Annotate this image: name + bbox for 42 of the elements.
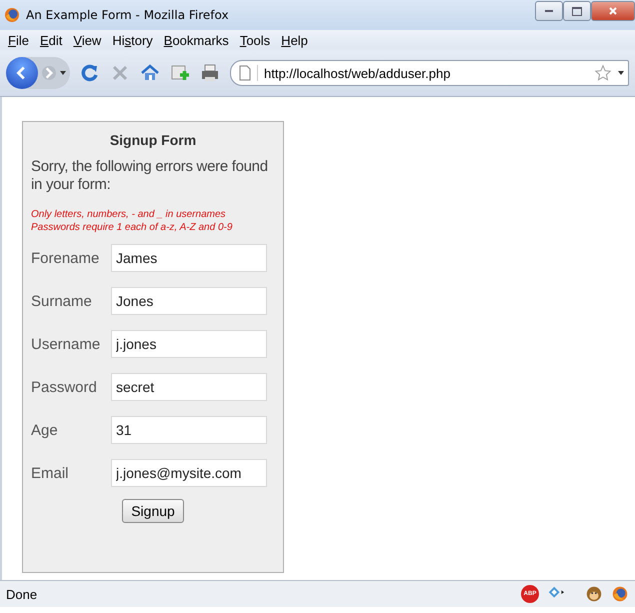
close-icon: [608, 6, 618, 16]
form-title: Signup Form: [108, 132, 198, 148]
close-button[interactable]: [591, 1, 635, 21]
signup-button[interactable]: Signup: [122, 499, 184, 523]
menu-item[interactable]: History: [110, 32, 155, 48]
input-field[interactable]: secret: [111, 373, 267, 401]
address-field[interactable]: http://localhost/web/adduser.php: [230, 60, 629, 86]
input-field[interactable]: j.jones@mysite.com: [111, 459, 267, 487]
menu-item[interactable]: View: [71, 32, 104, 48]
printer-icon[interactable]: [200, 63, 220, 83]
field-label: Age: [31, 422, 59, 438]
menu-item[interactable]: Bookmarks: [162, 32, 231, 48]
home-icon[interactable]: [140, 63, 160, 83]
browser-logo-icon: [4, 7, 20, 23]
browser-logo-icon[interactable]: [611, 585, 629, 603]
menu-item[interactable]: Help: [279, 32, 310, 48]
validation-error: Only letters, numbers, - and _ in usernames: [31, 208, 227, 221]
bookmark-star-icon[interactable]: [594, 64, 612, 82]
maximize-button[interactable]: [563, 1, 591, 21]
dropdown-icon[interactable]: [60, 71, 66, 75]
field-label: Email: [31, 464, 70, 482]
menu-item[interactable]: Edit: [38, 32, 64, 48]
input-field[interactable]: j.jones: [111, 330, 267, 358]
dropdown-icon[interactable]: [618, 71, 624, 75]
menu-item[interactable]: Tools: [238, 32, 272, 48]
reload-icon[interactable]: [80, 63, 100, 83]
field-label: Username: [31, 336, 102, 352]
validation-error: Passwords require 1 each of a-z, A-Z and 0-9: [31, 221, 234, 234]
field-label: Forename: [31, 250, 100, 266]
status-text: Done: [6, 586, 38, 602]
menu-item[interactable]: File: [6, 32, 31, 48]
field-label: Password: [31, 378, 98, 396]
input-field[interactable]: James: [111, 244, 267, 272]
input-field[interactable]: 31: [111, 416, 267, 444]
minimize-button[interactable]: [535, 1, 563, 21]
error-message: Sorry, the following errors were found in your form:: [31, 158, 269, 194]
input-field[interactable]: Jones: [111, 287, 267, 315]
field-label: Surname: [31, 292, 93, 310]
back-button[interactable]: [6, 57, 38, 89]
monkey-icon[interactable]: [585, 585, 603, 603]
window-title: An Example Form - Mozilla Firefox: [26, 8, 230, 22]
page-icon: [239, 65, 258, 81]
